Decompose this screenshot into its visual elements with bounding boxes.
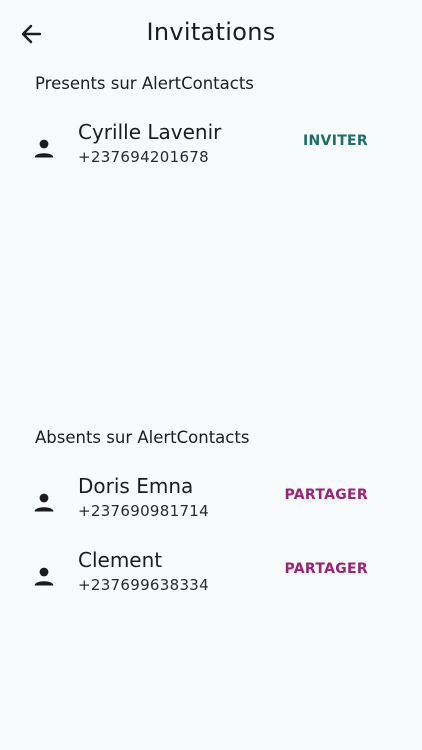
contact-row: Clement +237699638334 PARTAGER	[0, 548, 422, 608]
section-title-present: Presents sur AlertContacts	[35, 74, 254, 93]
share-button[interactable]: PARTAGER	[285, 561, 369, 577]
contact-name: Clement	[78, 548, 163, 572]
page-title: Invitations	[146, 18, 276, 46]
share-button[interactable]: PARTAGER	[285, 487, 369, 503]
contact-row: Doris Emna +237690981714 PARTAGER	[0, 474, 422, 534]
contact-phone: +237699638334	[78, 576, 209, 594]
person-icon	[34, 493, 54, 512]
contact-phone: +237690981714	[78, 502, 209, 520]
invite-button[interactable]: INVITER	[303, 133, 368, 149]
app-bar: Invitations	[0, 0, 422, 70]
contact-name: Doris Emna	[78, 474, 194, 498]
contact-row: Cyrille Lavenir +237694201678 INVITER	[0, 120, 422, 180]
person-icon	[34, 567, 54, 586]
contact-phone: +237694201678	[78, 148, 209, 166]
section-title-absent: Absents sur AlertContacts	[35, 428, 250, 447]
contact-name: Cyrille Lavenir	[78, 120, 222, 144]
person-icon	[34, 139, 54, 158]
